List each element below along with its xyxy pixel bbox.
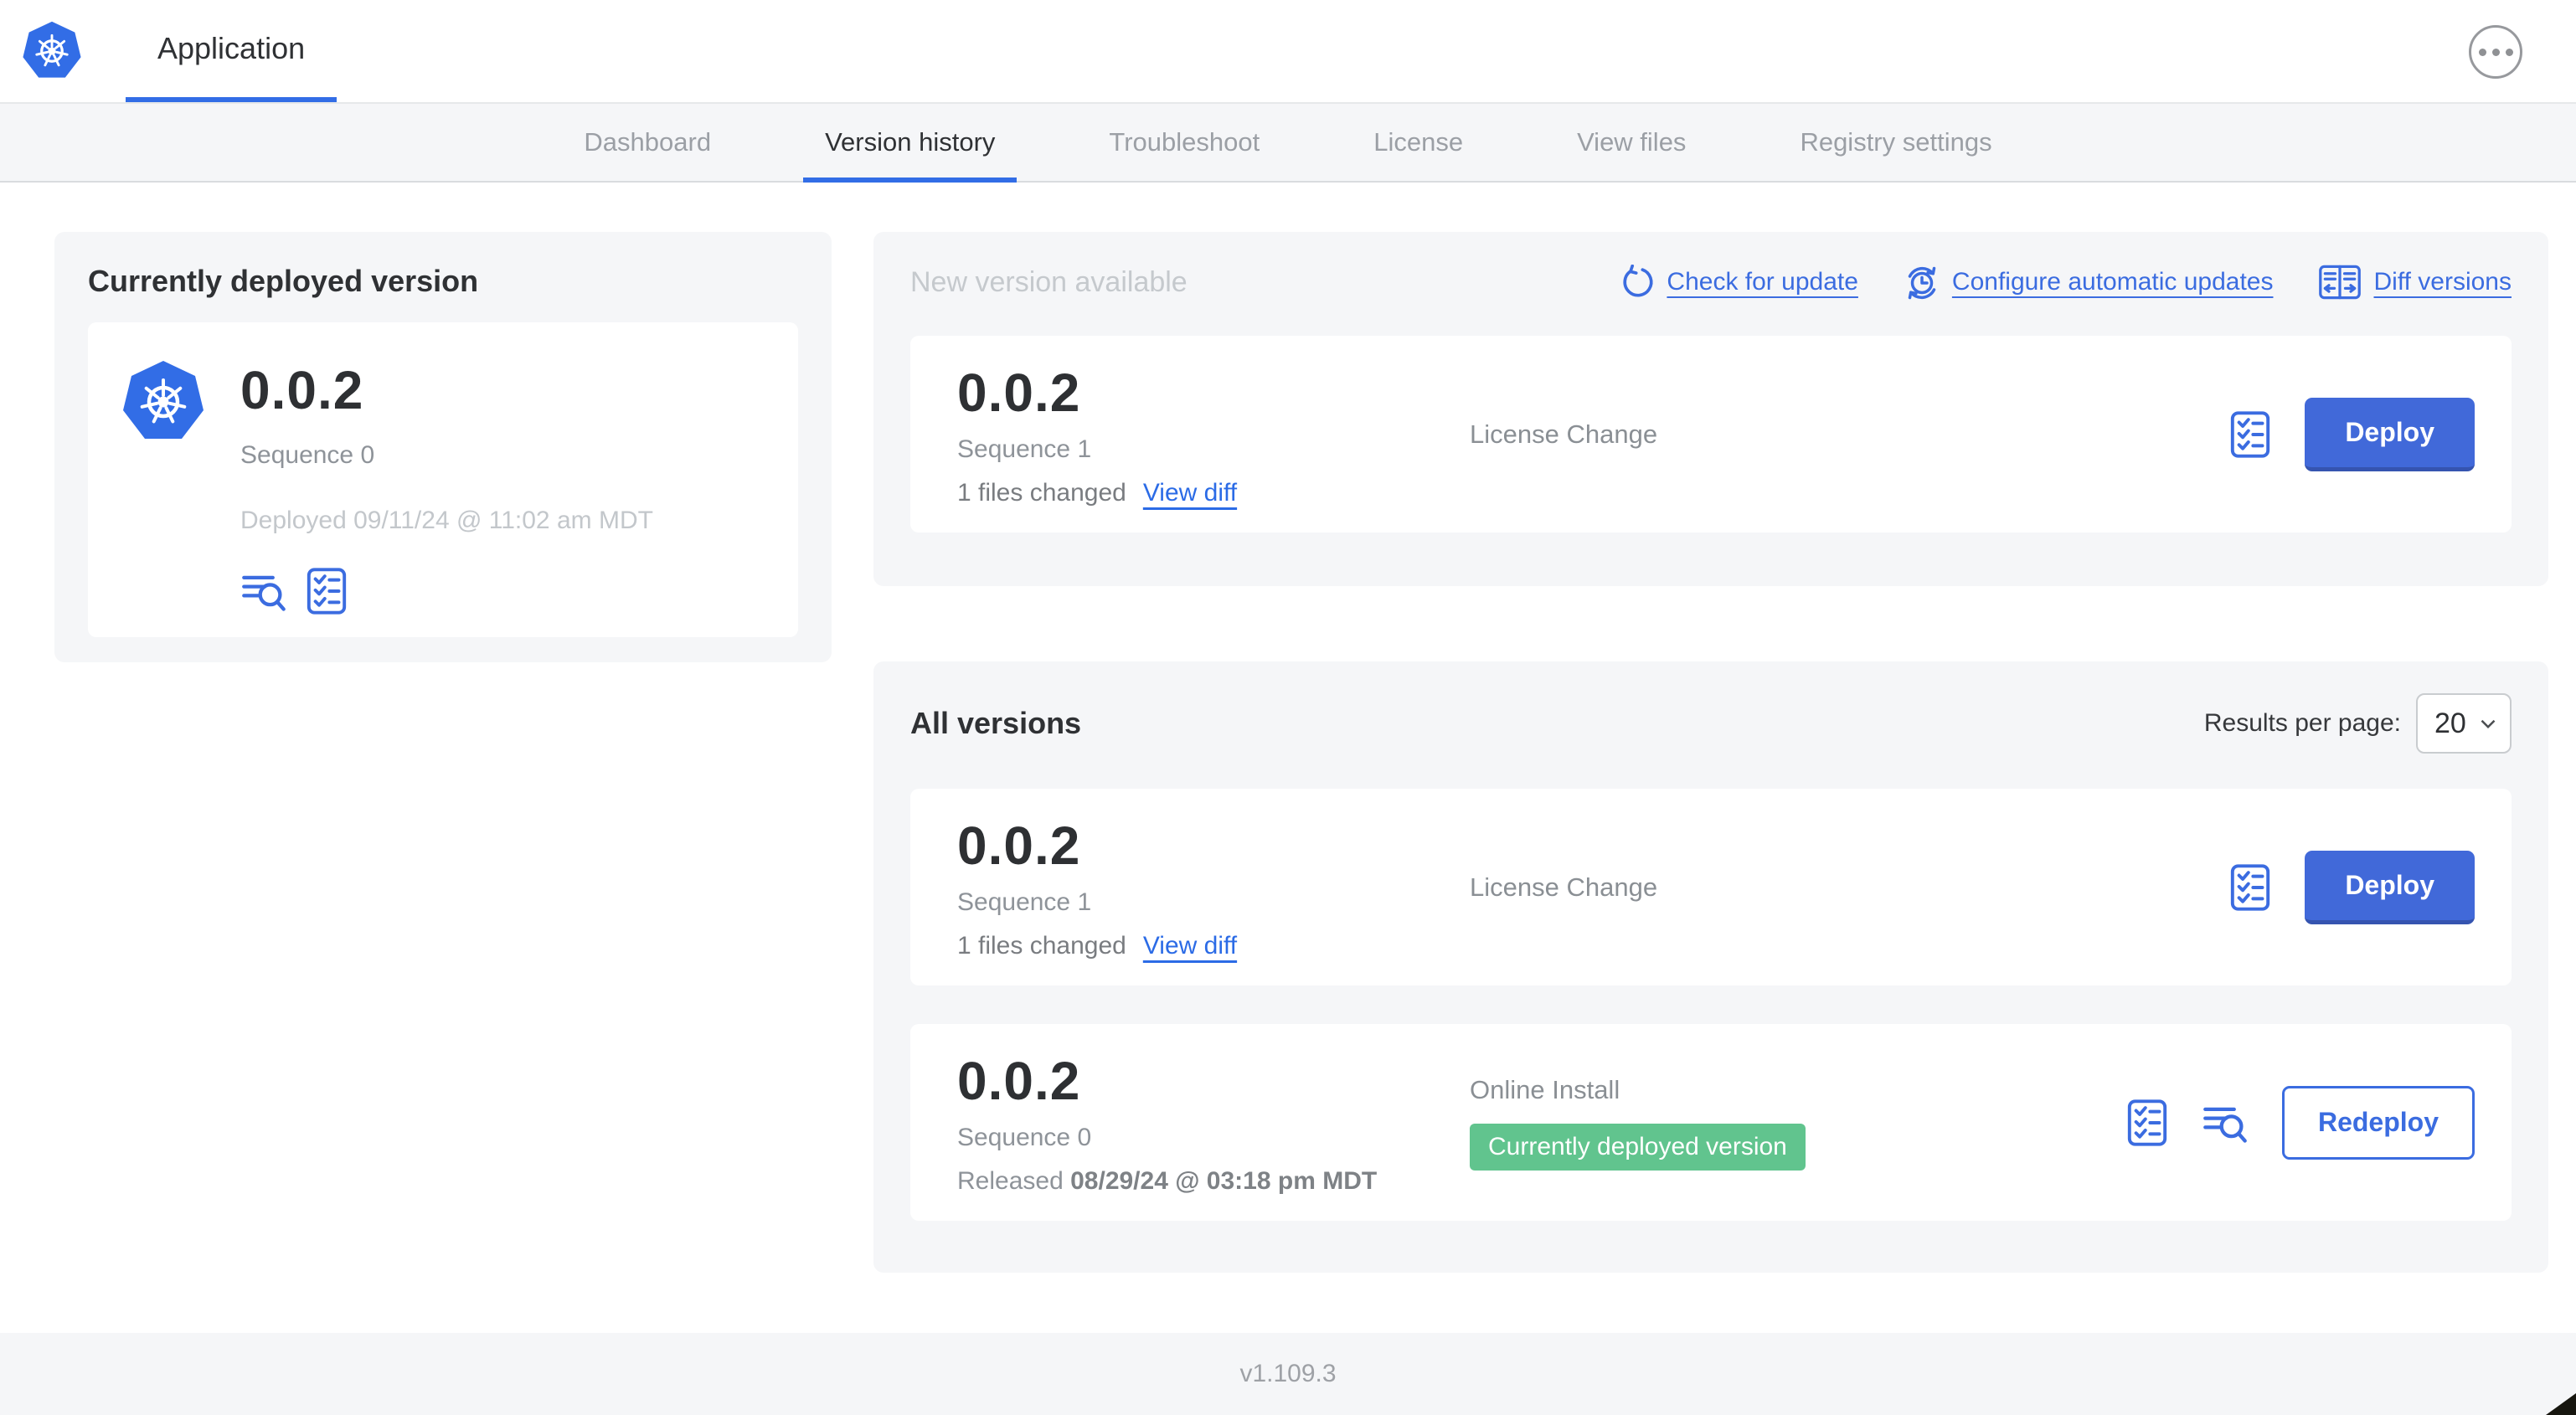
- version-sequence: Sequence 1: [957, 435, 1092, 463]
- tab-view-files[interactable]: View files: [1555, 104, 1708, 181]
- view-diff-link[interactable]: View diff: [1143, 479, 1237, 507]
- diff-columns-icon: [2319, 265, 2362, 300]
- version-sequence: Sequence 1: [957, 888, 1092, 916]
- version-source-label: License Change: [1470, 419, 1658, 449]
- deploy-logs-icon[interactable]: [240, 569, 287, 613]
- app-tab[interactable]: Application: [126, 0, 337, 102]
- tab-version-history[interactable]: Version history: [803, 104, 1018, 183]
- refresh-icon: [1623, 265, 1653, 297]
- version-sequence: Sequence 0: [957, 1123, 1092, 1151]
- currently-deployed-card: 0.0.2 Sequence 0 Deployed 09/11/24 @ 11:…: [88, 322, 798, 637]
- current-deployed-timestamp: Deployed 09/11/24 @ 11:02 am MDT: [240, 507, 653, 534]
- results-per-page-select[interactable]: 20: [2416, 693, 2512, 754]
- results-per-page-label: Results per page:: [2203, 709, 2401, 737]
- files-changed-text: 1 files changed: [957, 478, 1126, 507]
- version-released-timestamp: Released 08/29/24 @ 03:18 pm MDT: [957, 1166, 1378, 1195]
- new-version-card: 0.0.2 Sequence 1 1 files changed View di…: [910, 336, 2512, 533]
- ellipsis-menu-button[interactable]: [2469, 25, 2522, 79]
- preflight-checklist-icon[interactable]: [2229, 410, 2271, 459]
- redeploy-button[interactable]: Redeploy: [2281, 1085, 2475, 1160]
- app-title: Application: [157, 31, 306, 65]
- kubernetes-logo-icon: [121, 358, 205, 602]
- new-version-panel: New version available Check for update C…: [873, 232, 2548, 586]
- version-row: 0.0.2 Sequence 0 Released 08/29/24 @ 03:…: [910, 1024, 2512, 1221]
- schedule-refresh-icon: [1908, 266, 1936, 300]
- deploy-button[interactable]: Deploy: [2305, 397, 2475, 471]
- kubernetes-logo-icon: [0, 0, 82, 102]
- currently-deployed-badge: Currently deployed version: [1470, 1123, 1806, 1171]
- chevron-down-icon: [2481, 719, 2496, 728]
- preflight-checklist-icon[interactable]: [2229, 863, 2271, 912]
- version-source-label: License Change: [1470, 872, 1658, 902]
- tab-license[interactable]: License: [1352, 104, 1485, 181]
- console-version: v1.109.3: [1239, 1360, 1337, 1387]
- diff-versions-link[interactable]: Diff versions: [2318, 264, 2512, 301]
- ellipsis-icon: [2478, 48, 2486, 56]
- current-sequence: Sequence 0: [240, 441, 375, 469]
- version-number: 0.0.2: [957, 362, 1081, 423]
- section-nav: Dashboard Version history Troubleshoot L…: [0, 104, 2576, 183]
- all-versions-title: All versions: [910, 706, 1082, 740]
- version-number: 0.0.2: [957, 1050, 1081, 1111]
- right-column: New version available Check for update C…: [873, 232, 2548, 1273]
- currently-deployed-panel: Currently deployed version 0.0.2 Sequenc…: [54, 232, 832, 662]
- files-changed-text: 1 files changed: [957, 931, 1126, 960]
- all-versions-panel: All versions Results per page: 20 0.0.2 …: [873, 661, 2548, 1273]
- version-row: 0.0.2 Sequence 1 1 files changed View di…: [910, 789, 2512, 985]
- preflight-checklist-icon[interactable]: [2126, 1099, 2168, 1147]
- main-content: Currently deployed version 0.0.2 Sequenc…: [0, 183, 2576, 1273]
- new-version-title: New version available: [910, 265, 1188, 298]
- currently-deployed-title: Currently deployed version: [88, 264, 479, 298]
- version-number: 0.0.2: [957, 815, 1081, 876]
- check-for-update-link[interactable]: Check for update: [1620, 265, 1858, 300]
- current-version-number: 0.0.2: [240, 360, 364, 420]
- preflight-checklist-icon[interactable]: [306, 567, 348, 615]
- admin-console-page: Application Dashboard Version history Tr…: [0, 0, 2576, 1415]
- view-diff-link[interactable]: View diff: [1143, 932, 1237, 960]
- app-header: Application: [0, 0, 2576, 104]
- configure-automatic-updates-link[interactable]: Configure automatic updates: [1904, 264, 2273, 301]
- app-footer: v1.109.3: [0, 1333, 2576, 1415]
- deploy-logs-icon[interactable]: [2202, 1101, 2249, 1145]
- current-version-details: 0.0.2 Sequence 0 Deployed 09/11/24 @ 11:…: [240, 358, 653, 615]
- version-source-label: Online Install: [1470, 1074, 1620, 1104]
- tab-troubleshoot[interactable]: Troubleshoot: [1087, 104, 1281, 181]
- deploy-button[interactable]: Deploy: [2305, 850, 2475, 924]
- tab-dashboard[interactable]: Dashboard: [562, 104, 733, 181]
- tab-registry-settings[interactable]: Registry settings: [1778, 104, 2013, 181]
